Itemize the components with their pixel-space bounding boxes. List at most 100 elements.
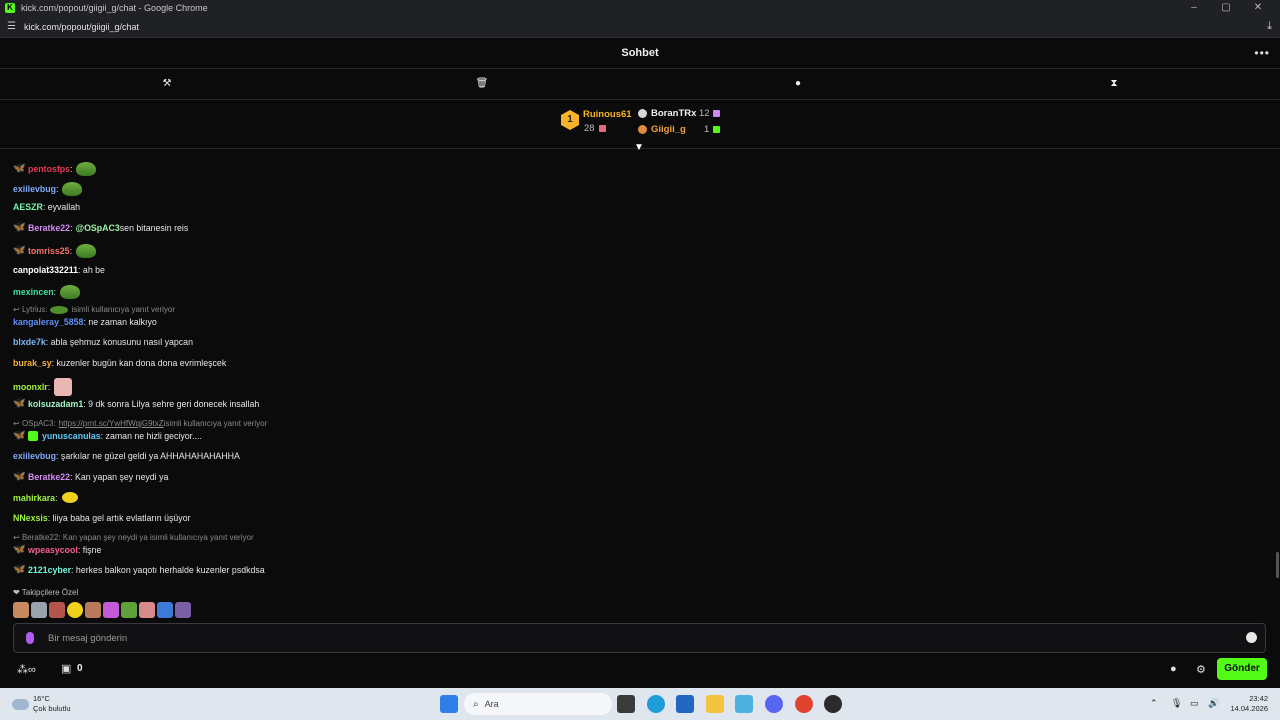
leader-third-name[interactable]: Giigii_g (651, 124, 686, 135)
mic-tray-icon[interactable]: 🎙 (1171, 698, 1182, 709)
discord-icon[interactable] (765, 695, 783, 713)
chat-message[interactable]: 🦋 kolsuzadam1: 9 dk sonra Lilya sehre ger… (13, 399, 260, 410)
chat-message[interactable]: exiilevbug: (13, 182, 83, 196)
reply-context[interactable]: ↩ Beratke22: Kan yapan şey neydi ya isim… (13, 533, 254, 542)
recorder-icon[interactable] (824, 695, 842, 713)
message-mention[interactable]: @OSpAC3 (76, 223, 120, 233)
file-explorer-icon[interactable] (706, 695, 724, 713)
microphone-icon[interactable] (26, 632, 34, 644)
message-username[interactable]: wpeasycool (28, 545, 78, 555)
weather-widget[interactable]: 16°C Çok bulutlu (12, 694, 71, 714)
settings-gear-icon[interactable]: ⚙ (1196, 663, 1206, 676)
leader-first-name[interactable]: Ruinous61 (583, 109, 632, 120)
leader-second-name[interactable]: BoranTRx (651, 108, 696, 119)
network-icon[interactable]: ▭ (1190, 698, 1199, 709)
address-bar[interactable]: ☰ kick.com/popout/giigii_g/chat ⤓ (0, 16, 1280, 38)
chat-input-box[interactable] (13, 623, 1266, 653)
chat-message[interactable]: 🦋 wpeasycool: fişne (13, 545, 101, 556)
start-windows-icon[interactable] (440, 695, 458, 713)
settings-app-icon[interactable] (735, 695, 753, 713)
message-username[interactable]: NNexsis (13, 513, 48, 523)
ban-hammer-icon[interactable]: ⚒ (160, 77, 174, 91)
task-view-icon[interactable] (617, 695, 635, 713)
emote-button[interactable] (175, 602, 191, 618)
message-username[interactable]: yunuscanulas (42, 431, 101, 441)
reply-arrow-icon: ↩ (13, 533, 22, 542)
message-username[interactable]: burak_sy (13, 358, 52, 368)
chat-scrollbar[interactable] (1276, 552, 1279, 578)
reply-context[interactable]: ↩ Lytrius: isimli kullanıcıya yanıt veri… (13, 305, 175, 314)
message-text: : liiya baba gel artık evlatların üşüyor (47, 513, 191, 523)
store-icon[interactable] (676, 695, 694, 713)
chat-message[interactable]: AESZR: eyvallah (13, 202, 80, 212)
message-username[interactable]: mexincen (13, 287, 54, 297)
chat-message[interactable]: NNexsis: liiya baba gel artık evlatların… (13, 513, 191, 523)
emote-button[interactable] (13, 602, 29, 618)
chat-bubble-icon[interactable]: ● (791, 77, 805, 91)
followers-only-label: ❤ Takipçilere Özel (13, 588, 78, 597)
message-text: : 9 dk sonra Lilya sehre geri donecek in… (83, 399, 260, 409)
chat-message[interactable]: 🦋 Beratke22: Kan yapan şey neydi ya (13, 472, 168, 483)
message-username[interactable]: canpolat332211 (13, 265, 78, 275)
message-username[interactable]: Beratke22 (28, 472, 70, 482)
chat-message-input[interactable] (48, 630, 1228, 647)
emote-button[interactable] (85, 602, 101, 618)
edge-icon[interactable] (647, 695, 665, 713)
chat-message[interactable]: mahirkara: (13, 492, 78, 503)
message-username[interactable]: moonxlr (13, 382, 48, 392)
emote-button[interactable] (139, 602, 155, 618)
chat-message[interactable]: 🦋 2121cyber: herkes balkon yaqotı herhald… (13, 565, 265, 576)
message-username[interactable]: tomriss25 (28, 246, 70, 256)
heart-icon: ❤ (13, 588, 20, 597)
emoji-picker-icon[interactable] (1246, 632, 1257, 643)
chat-message[interactable]: 🦋 pentosfps: (13, 162, 97, 176)
channel-points-icon[interactable]: ⁂∞ (17, 663, 36, 676)
chat-message[interactable]: moonxlr: (13, 378, 73, 396)
reply-link[interactable]: https://prnt.sc/YwHfWqjG9txZ (59, 419, 164, 428)
message-username[interactable]: kolsuzadam1 (28, 399, 83, 409)
hourglass-icon[interactable]: ⧗ (1107, 77, 1121, 91)
url-text[interactable]: kick.com/popout/giigii_g/chat (24, 22, 139, 32)
chat-message[interactable]: 🦋 yunuscanulas: zaman ne hizli geciyor...… (13, 431, 202, 441)
tray-chevron-icon[interactable]: ⌃ (1150, 698, 1158, 709)
download-icon[interactable]: ⤓ (1267, 20, 1272, 33)
emote-button[interactable] (67, 602, 83, 618)
emote-button[interactable] (31, 602, 47, 618)
message-username[interactable]: blxde7k (13, 337, 46, 347)
emote-button[interactable] (157, 602, 173, 618)
chat-message[interactable]: blxde7k: abla şehmuz konusunu nasıl yapc… (13, 337, 193, 347)
message-username[interactable]: AESZR (13, 202, 43, 212)
message-username[interactable]: Beratke22 (28, 223, 70, 233)
gift-box-icon[interactable]: ▣ (61, 662, 71, 675)
chat-message[interactable]: 🦋 Beratke22: @OSpAC3 sen bitanesin reis (13, 223, 188, 234)
minimize-button[interactable]: – (1178, 0, 1210, 16)
taskbar-clock[interactable]: 23:42 14.04.2026 (1230, 694, 1268, 714)
send-button[interactable]: Gönder (1217, 658, 1267, 680)
chat-message[interactable]: canpolat332211: ah be (13, 265, 105, 275)
more-options-icon[interactable]: ••• (1254, 46, 1270, 60)
chat-message[interactable]: burak_sy: kuzenler bugün kan dona dona e… (13, 358, 226, 368)
site-info-icon[interactable]: ☰ (7, 21, 16, 32)
message-username[interactable]: mahirkara (13, 493, 55, 503)
chrome-icon[interactable] (795, 695, 813, 713)
chat-message[interactable]: exiilevbug: şarkılar ne güzel geldi ya A… (13, 451, 240, 461)
taskbar-search[interactable]: ⌕ Ara (464, 693, 612, 715)
chat-message[interactable]: 🦋 tomriss25: (13, 244, 97, 258)
chat-settings-bubble-icon[interactable]: ● (1170, 663, 1177, 675)
maximize-button[interactable]: ▢ (1210, 0, 1242, 16)
emote-button[interactable] (103, 602, 119, 618)
chat-message[interactable]: kangaleray_5858: ne zaman kalkıyo (13, 317, 157, 327)
message-username[interactable]: 2121cyber (28, 565, 71, 575)
chat-message[interactable]: mexincen: (13, 285, 81, 299)
message-username[interactable]: pentosfps (28, 164, 70, 174)
message-username[interactable]: exiilevbug (13, 451, 56, 461)
emote-button[interactable] (121, 602, 137, 618)
trash-icon[interactable]: 🗑 (475, 77, 489, 91)
reply-prefix: OSpAC3: (21, 419, 56, 428)
message-username[interactable]: exiilevbug (13, 184, 56, 194)
emote-button[interactable] (49, 602, 65, 618)
volume-icon[interactable]: 🔊 (1208, 698, 1219, 709)
reply-context[interactable]: ↩ OSpAC3: https://prnt.sc/YwHfWqjG9txZ i… (13, 419, 267, 428)
message-username[interactable]: kangaleray_5858 (13, 317, 83, 327)
close-button[interactable]: ✕ (1242, 0, 1274, 16)
